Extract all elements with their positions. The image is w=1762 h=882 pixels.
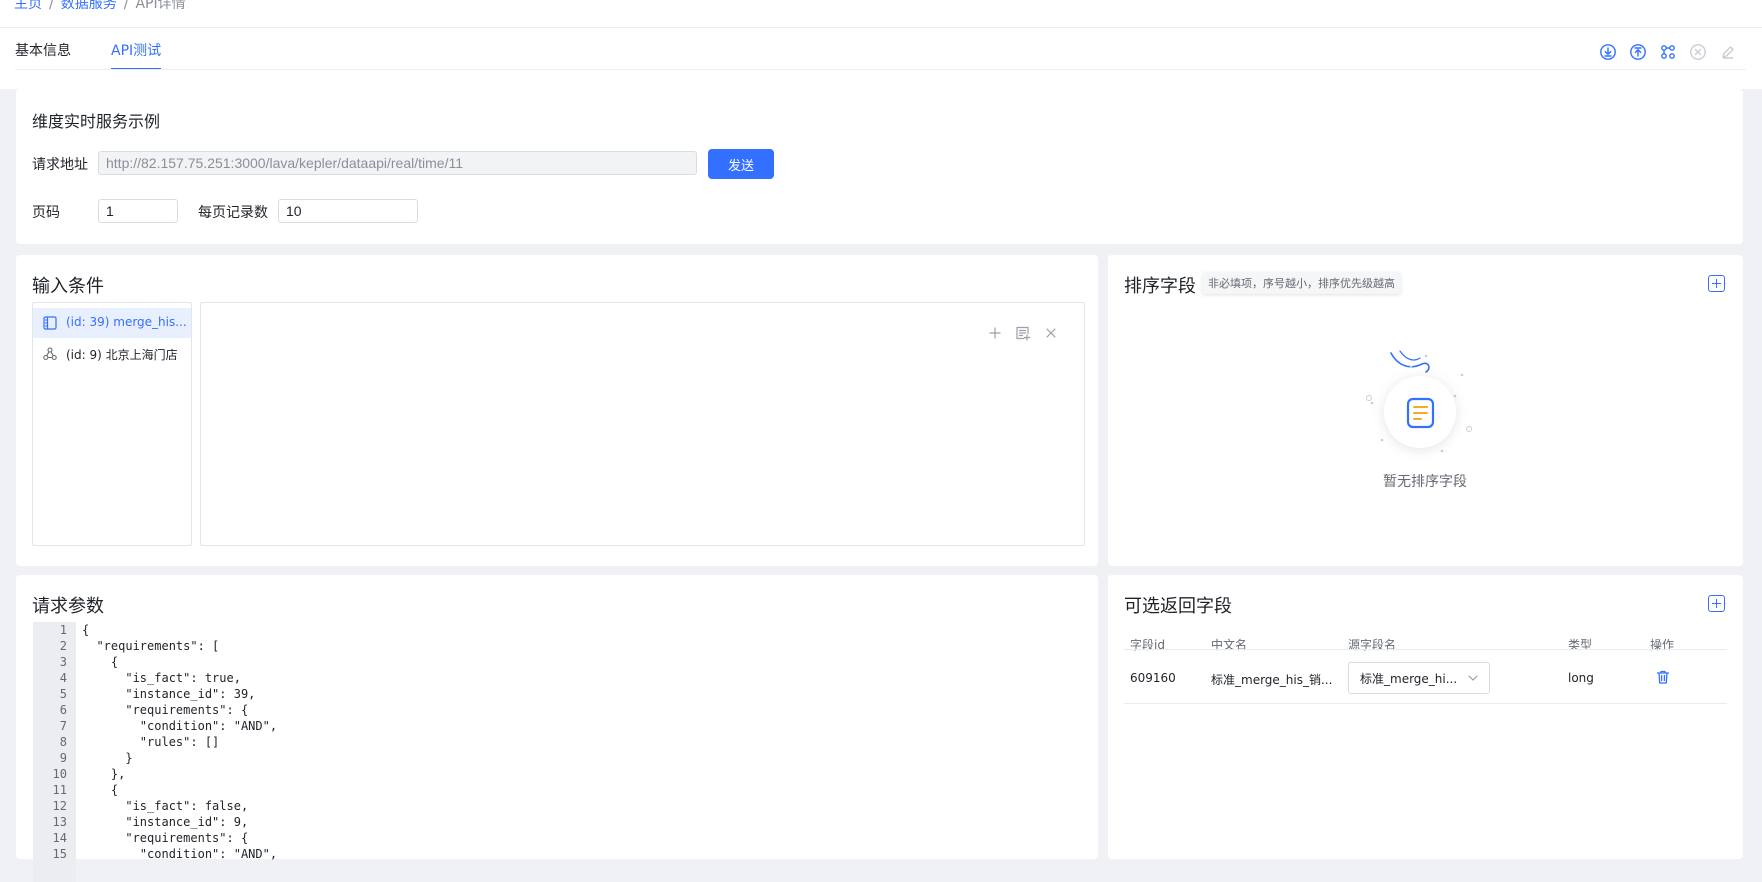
source-field-select[interactable]: 标准_merge_hi... xyxy=(1348,662,1490,694)
line-number: 3 xyxy=(59,655,67,669)
table-icon xyxy=(43,316,57,330)
line-number: 15 xyxy=(52,847,67,861)
code-text: "requirements": [ xyxy=(82,639,220,653)
download-circle-icon[interactable] xyxy=(1599,43,1617,61)
divider xyxy=(0,27,1762,28)
plus-icon[interactable] xyxy=(987,325,1003,341)
cell-field-id: 609160 xyxy=(1130,671,1176,685)
code-text: "condition": "AND", xyxy=(82,847,278,861)
tab-basic-info[interactable]: 基本信息 xyxy=(15,40,71,60)
code-text: } xyxy=(82,751,133,765)
breadcrumb: 主页 / 数据服务 / API详情 xyxy=(14,0,186,13)
close-circle-icon xyxy=(1689,43,1707,61)
card-title: 可选返回字段 xyxy=(1124,596,1232,617)
line-number: 14 xyxy=(52,831,67,845)
line-number: 5 xyxy=(59,687,67,701)
line-number: 12 xyxy=(52,799,67,813)
line-number: 13 xyxy=(52,815,67,829)
tab-api-test[interactable]: API测试 xyxy=(111,40,162,70)
tree-item-label: (id: 39) merge_his... xyxy=(66,315,187,329)
condition-editor xyxy=(200,302,1085,546)
code-text: "instance_id": 9, xyxy=(82,815,249,829)
add-list-icon[interactable] xyxy=(1015,325,1031,341)
service-example-card: 维度实时服务示例 请求地址 发送 页码 每页记录数 xyxy=(16,89,1743,244)
code-text: "instance_id": 39, xyxy=(82,687,256,701)
breadcrumb-separator: / xyxy=(123,0,129,12)
hint-tooltip: 非必填项，序号越小，排序优先级越高 xyxy=(1202,272,1401,294)
breadcrumb-data-service-link[interactable]: 数据服务 xyxy=(61,0,117,12)
graph-nodes-icon xyxy=(43,347,57,361)
code-text: }, xyxy=(82,767,126,781)
tree-item-instance-9[interactable]: (id: 9) 北京上海门店 xyxy=(33,339,191,369)
divider xyxy=(1124,649,1727,650)
page-header: 主页 / 数据服务 / API详情 基本信息 API测试 xyxy=(0,0,1762,89)
column-header-field-id: 字段id xyxy=(1130,638,1165,652)
card-title: 请求参数 xyxy=(32,596,104,617)
upload-circle-icon[interactable] xyxy=(1629,43,1647,61)
line-number: 4 xyxy=(59,671,67,685)
return-fields-card: 可选返回字段 字段id 中文名 源字段名 类型 操作 609160 标准_mer… xyxy=(1108,575,1743,859)
send-button[interactable]: 发送 xyxy=(708,149,774,179)
breadcrumb-current: API详情 xyxy=(135,0,186,12)
line-number: 6 xyxy=(59,703,67,717)
page-number-label: 页码 xyxy=(32,205,60,221)
code-text: { xyxy=(82,655,119,669)
add-return-field-button[interactable] xyxy=(1708,595,1725,612)
page-size-input[interactable] xyxy=(278,199,418,223)
card-title: 排序字段 xyxy=(1124,276,1196,297)
empty-state-illustration xyxy=(1358,348,1488,468)
code-text: "is_fact": false, xyxy=(82,799,249,813)
line-number: 1 xyxy=(59,623,67,637)
empty-state-text: 暂无排序字段 xyxy=(1383,474,1467,490)
page-size-label: 每页记录数 xyxy=(198,205,268,221)
trash-icon[interactable] xyxy=(1655,669,1671,685)
column-header-type: 类型 xyxy=(1568,638,1593,652)
code-text: { xyxy=(82,623,90,637)
page-number-input[interactable] xyxy=(98,199,178,223)
edit-pen-icon xyxy=(1719,43,1737,61)
code-text: "is_fact": true, xyxy=(82,671,241,685)
close-icon[interactable] xyxy=(1043,325,1059,341)
request-url-label: 请求地址 xyxy=(32,157,88,173)
cell-type: long xyxy=(1568,671,1594,685)
input-conditions-card: 输入条件 (id: 39) merge_his... (id: 9) 北京上海门… xyxy=(16,255,1098,566)
code-text: "requirements": { xyxy=(82,831,249,845)
card-title: 输入条件 xyxy=(32,276,104,297)
divider xyxy=(15,69,1746,70)
share-nodes-icon[interactable] xyxy=(1659,43,1677,61)
code-editor[interactable]: 1 {2 "requirements": [ 3 {4 "is_fact": tru… xyxy=(33,622,1081,882)
chevron-down-icon xyxy=(1467,672,1479,684)
line-number: 9 xyxy=(59,751,67,765)
breadcrumb-home-link[interactable]: 主页 xyxy=(14,0,42,12)
line-number: 8 xyxy=(59,735,67,749)
cell-cn-name: 标准_merge_his_销... xyxy=(1211,673,1333,687)
request-params-card: 请求参数 1 {2 "requirements": [ 3 {4 "is_fact"… xyxy=(16,575,1098,882)
code-text: { xyxy=(82,783,119,797)
tree-item-label: (id: 9) 北京上海门店 xyxy=(66,348,178,362)
line-number: 2 xyxy=(59,639,67,653)
instance-tree: (id: 39) merge_his... (id: 9) 北京上海门店 xyxy=(32,302,192,546)
column-header-actions: 操作 xyxy=(1650,638,1675,652)
divider xyxy=(1124,703,1727,704)
code-text: "condition": "AND", xyxy=(82,719,278,733)
select-value: 标准_merge_hi... xyxy=(1360,672,1458,686)
add-sort-field-button[interactable] xyxy=(1708,275,1725,292)
breadcrumb-separator: / xyxy=(49,0,54,12)
tree-item-instance-39[interactable]: (id: 39) merge_his... xyxy=(33,308,191,338)
line-number: 7 xyxy=(59,719,67,733)
column-header-source-field: 源字段名 xyxy=(1348,638,1397,652)
code-text: "requirements": { xyxy=(82,703,249,717)
card-title: 维度实时服务示例 xyxy=(32,112,161,131)
code-text: "rules": [] xyxy=(82,735,220,749)
line-number: 10 xyxy=(52,767,67,781)
column-header-cn-name: 中文名 xyxy=(1211,638,1248,652)
request-url-input xyxy=(98,151,697,175)
sort-fields-card: 排序字段 非必填项，序号越小，排序优先级越高 暂无排序字段 xyxy=(1108,255,1743,566)
line-number: 11 xyxy=(52,783,67,797)
